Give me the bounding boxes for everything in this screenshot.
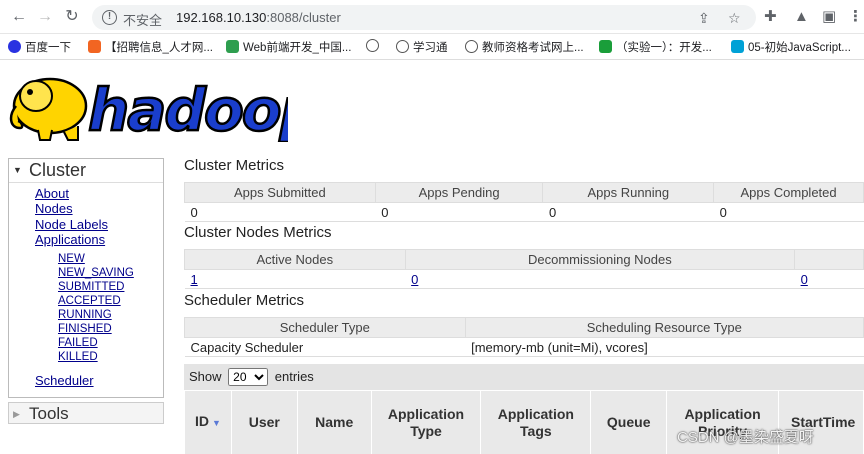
bookmarks-bar: 百度一下 【招聘信息_人才网... Web前端开发_中国... 学习通 教师资格… xyxy=(0,34,864,60)
baidu-paw-icon xyxy=(8,40,21,53)
address-bar[interactable]: ! 不安全 192.168.10.130:8088/cluster ⇪ ☆ xyxy=(92,5,756,30)
globe-icon xyxy=(366,39,379,52)
sidebar-link-scheduler[interactable]: Scheduler xyxy=(35,373,94,389)
bookmark-baidu[interactable]: 百度一下 xyxy=(8,39,71,55)
sidebar-link-nodes[interactable]: Nodes xyxy=(35,201,73,217)
sidebar-app-state-submitted[interactable]: SUBMITTED xyxy=(58,280,124,294)
metric-value: 0 xyxy=(405,269,795,289)
bookmark-star-icon[interactable]: ☆ xyxy=(728,10,741,27)
bookmark-experiment[interactable]: （实验一）：开发... xyxy=(599,39,712,55)
decommissioning-nodes-link[interactable]: 0 xyxy=(411,272,418,287)
hadoop-elephant-icon: hadoop xyxy=(9,75,323,145)
sidebar-app-state-new[interactable]: NEW xyxy=(58,252,85,266)
cluster-nodes-metrics-table: Active Nodes Decommissioning Nodes 1 0 0 xyxy=(184,249,864,289)
column-header-app-tags[interactable]: Application Tags xyxy=(480,390,592,454)
triangle-down-icon: ▼ xyxy=(13,165,22,175)
metric-value: 1 xyxy=(184,269,406,289)
bilibili-icon xyxy=(731,40,744,53)
column-header[interactable]: Apps Pending xyxy=(374,182,544,203)
metric-value: 0 xyxy=(542,202,714,222)
metric-value: 0 xyxy=(794,269,864,289)
metric-value: 0 xyxy=(184,202,376,222)
bookmark-webdev[interactable]: Web前端开发_中国... xyxy=(226,39,351,55)
column-header[interactable] xyxy=(794,249,864,270)
column-header-queue[interactable]: Queue xyxy=(590,390,668,454)
share-icon[interactable]: ⇪ xyxy=(698,10,710,27)
column-header-user[interactable]: User xyxy=(230,390,298,454)
cluster-nodes-metrics-title: Cluster Nodes Metrics xyxy=(184,224,332,241)
url-text: 192.168.10.130:8088/cluster xyxy=(176,10,341,25)
hadoop-logo[interactable]: hadoop xyxy=(8,66,323,145)
bookmark-recruit[interactable]: 【招聘信息_人才网... xyxy=(88,39,213,55)
bookmark-xuexitong[interactable]: 学习通 xyxy=(396,39,448,55)
metric-value: 0 xyxy=(713,202,864,222)
sidebar-link-about[interactable]: About xyxy=(35,186,69,202)
sort-desc-icon: ▼ xyxy=(211,418,221,428)
sidebar-cluster-panel: ▼ Cluster About Nodes Node Labels Applica… xyxy=(8,158,164,398)
sidebar-app-state-running[interactable]: RUNNING xyxy=(58,308,112,322)
show-label: Show xyxy=(189,369,222,384)
scheduler-type-value: Capacity Scheduler xyxy=(184,337,466,357)
bookmark-teacher-exam[interactable]: 教师资格考试网上... xyxy=(465,39,584,55)
column-header[interactable]: Apps Submitted xyxy=(184,182,376,203)
bookmark-javascript[interactable]: 05-初始JavaScript... xyxy=(731,39,851,55)
resource-type-value: [memory-mb (unit=Mi), vcores] xyxy=(465,337,864,357)
scheduler-metrics-title: Scheduler Metrics xyxy=(184,292,305,309)
sidebar-app-state-new-saving[interactable]: NEW_SAVING xyxy=(58,266,134,280)
triangle-right-icon: ▶ xyxy=(13,409,20,419)
warning-icon[interactable]: ! xyxy=(102,10,117,25)
sidebar-cluster-header[interactable]: ▼ Cluster xyxy=(9,159,163,183)
metric-value: 0 xyxy=(375,202,543,222)
column-header-id[interactable]: ID ▼ xyxy=(184,390,232,454)
globe-icon xyxy=(465,40,478,53)
active-nodes-link[interactable]: 1 xyxy=(191,272,198,287)
svg-text:hadoop: hadoop xyxy=(88,76,288,142)
csdn-watermark: CSDN @墨染盛夏呀 xyxy=(677,429,814,446)
column-header[interactable]: Apps Completed xyxy=(713,182,864,203)
menu-dots-icon[interactable]: ⋮ xyxy=(848,8,863,26)
forward-arrow-icon[interactable]: → xyxy=(36,8,54,26)
sidebar-app-state-finished[interactable]: FINISHED xyxy=(58,322,112,336)
browser-toolbar: ← → ↻ ! 不安全 192.168.10.130:8088/cluster … xyxy=(0,0,864,34)
sidebar-link-applications[interactable]: Applications xyxy=(35,232,105,248)
back-arrow-icon[interactable]: ← xyxy=(10,8,28,26)
page-size-select[interactable]: 20 xyxy=(228,368,269,386)
sidebar-app-state-killed[interactable]: KILLED xyxy=(58,350,98,364)
lab-flask-icon[interactable]: ▲ xyxy=(794,8,809,26)
cluster-metrics-table: Apps Submitted Apps Pending Apps Running… xyxy=(184,182,864,222)
column-header[interactable]: Apps Running xyxy=(542,182,715,203)
nodes-count-link[interactable]: 0 xyxy=(801,272,808,287)
scheduler-metrics-table: Scheduler Type Scheduling Resource Type … xyxy=(184,317,864,357)
column-header[interactable]: Scheduler Type xyxy=(184,317,466,338)
column-header[interactable]: Decommissioning Nodes xyxy=(404,249,796,270)
column-header[interactable]: Scheduling Resource Type xyxy=(464,317,864,338)
side-panel-icon[interactable]: ▣ xyxy=(822,8,836,26)
entries-label: entries xyxy=(274,369,314,384)
recruit-site-icon xyxy=(88,40,101,53)
insecure-label: 不安全 xyxy=(123,13,163,28)
bookmark-globe[interactable] xyxy=(366,39,383,53)
sidebar-link-node-labels[interactable]: Node Labels xyxy=(35,217,108,233)
sidebar-app-state-accepted[interactable]: ACCEPTED xyxy=(58,294,121,308)
column-header-app-type[interactable]: Application Type xyxy=(370,390,482,454)
cluster-metrics-title: Cluster Metrics xyxy=(184,157,285,174)
evernote-icon xyxy=(599,40,612,53)
reload-icon[interactable]: ↻ xyxy=(63,8,81,26)
extensions-puzzle-icon[interactable]: ✚ xyxy=(764,8,777,26)
webdev-site-icon xyxy=(226,40,239,53)
sidebar-tools-header[interactable]: ▶ Tools xyxy=(8,402,164,424)
sidebar-app-state-failed[interactable]: FAILED xyxy=(58,336,98,350)
apps-table-controls: Show 20 entries xyxy=(184,364,864,390)
globe-icon xyxy=(396,40,409,53)
column-header-name[interactable]: Name xyxy=(296,390,372,454)
column-header[interactable]: Active Nodes xyxy=(184,249,406,270)
